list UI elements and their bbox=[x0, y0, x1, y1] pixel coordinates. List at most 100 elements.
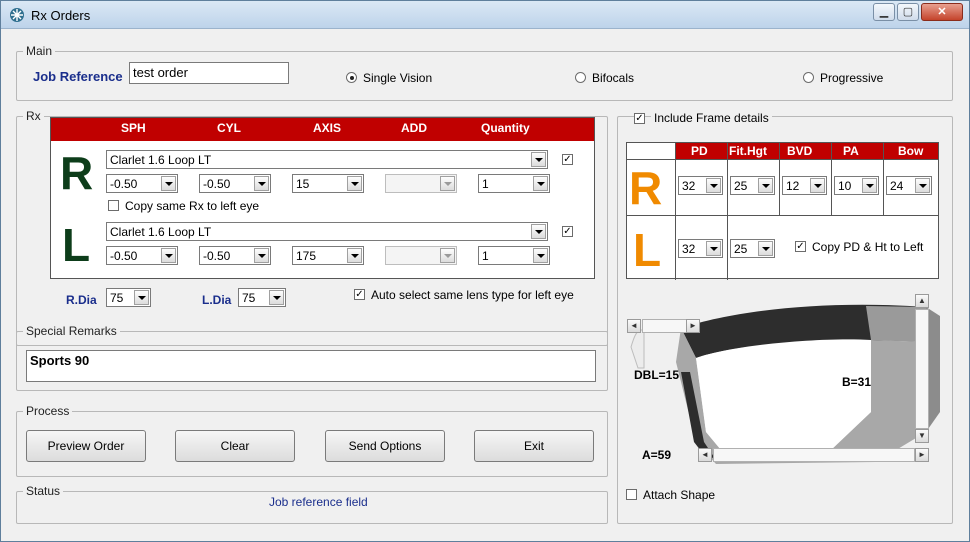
right-sph-select[interactable]: -0.50 bbox=[106, 174, 178, 193]
process-legend: Process bbox=[23, 404, 73, 418]
copy-same-rx-label[interactable]: Copy same Rx to left eye bbox=[125, 199, 259, 213]
scroll-left-bottom-icon[interactable]: ◄ bbox=[698, 448, 712, 462]
chevron-down-icon[interactable] bbox=[254, 176, 269, 191]
status-text: Job reference field bbox=[269, 495, 368, 509]
right-bow-select[interactable]: 24 bbox=[886, 176, 932, 195]
scroll-right-icon[interactable]: ► bbox=[686, 319, 700, 333]
quantity-header: Quantity bbox=[481, 121, 530, 135]
special-remarks-input[interactable]: Sports 90 bbox=[26, 350, 596, 382]
job-reference-input[interactable]: test order bbox=[129, 62, 289, 84]
chevron-down-icon[interactable] bbox=[706, 178, 721, 193]
horizontal-scrollbar-bottom[interactable] bbox=[713, 448, 915, 462]
right-cyl-select[interactable]: -0.50 bbox=[199, 174, 271, 193]
single-vision-radio[interactable] bbox=[346, 72, 357, 83]
copy-pd-ht-label[interactable]: Copy PD & Ht to Left bbox=[812, 240, 923, 254]
left-pd-select[interactable]: 32 bbox=[678, 239, 723, 258]
left-fit-hgt-select[interactable]: 25 bbox=[730, 239, 775, 258]
auto-select-checkbox[interactable]: ✓ bbox=[354, 289, 365, 300]
attach-shape-label[interactable]: Attach Shape bbox=[643, 488, 715, 502]
scroll-down-icon[interactable]: ▼ bbox=[915, 429, 929, 443]
right-axis-select[interactable]: 15 bbox=[292, 174, 364, 193]
vertical-scrollbar[interactable] bbox=[915, 309, 929, 429]
progressive-radio[interactable] bbox=[803, 72, 814, 83]
chevron-down-icon[interactable] bbox=[269, 290, 284, 305]
add-header: ADD bbox=[401, 121, 427, 135]
chevron-down-icon[interactable] bbox=[862, 178, 877, 193]
bow-header: Bow bbox=[898, 144, 924, 158]
chevron-down-icon[interactable] bbox=[758, 178, 773, 193]
chevron-down-icon[interactable] bbox=[810, 178, 825, 193]
scroll-left-icon[interactable]: ◄ bbox=[627, 319, 641, 333]
chevron-down-icon[interactable] bbox=[533, 248, 548, 263]
ldia-select[interactable]: 75 bbox=[238, 288, 286, 307]
left-axis-select[interactable]: 175 bbox=[292, 246, 364, 265]
job-reference-label: Job Reference bbox=[33, 69, 123, 84]
bifocals-radio[interactable] bbox=[575, 72, 586, 83]
rx-orders-window: Rx Orders ▁ ▢ ✕ Main Job Reference test … bbox=[0, 0, 970, 542]
left-quantity-select[interactable]: 1 bbox=[478, 246, 550, 265]
scroll-right-bottom-icon[interactable]: ► bbox=[915, 448, 929, 462]
main-group: Main Job Reference test order Single Vis… bbox=[16, 44, 953, 101]
copy-same-rx-checkbox[interactable] bbox=[108, 200, 119, 211]
progressive-label[interactable]: Progressive bbox=[820, 71, 883, 85]
left-cyl-select[interactable]: -0.50 bbox=[199, 246, 271, 265]
right-quantity-select[interactable]: 1 bbox=[478, 174, 550, 193]
rdia-select[interactable]: 75 bbox=[106, 288, 151, 307]
process-group: Process Preview Order Clear Send Options… bbox=[16, 404, 608, 477]
clear-button[interactable]: Clear bbox=[175, 430, 295, 462]
single-vision-label[interactable]: Single Vision bbox=[363, 71, 432, 85]
chevron-down-icon[interactable] bbox=[531, 224, 546, 239]
pa-header: PA bbox=[843, 144, 859, 158]
bvd-header: BVD bbox=[787, 144, 813, 158]
a-value: A=59 bbox=[642, 448, 672, 462]
preview-order-button[interactable]: Preview Order bbox=[26, 430, 146, 462]
copy-pd-ht-checkbox[interactable]: ✓ bbox=[795, 241, 806, 252]
right-add-select bbox=[385, 174, 457, 193]
b-value: B=31 bbox=[842, 375, 872, 389]
right-fit-hgt-select[interactable]: 25 bbox=[730, 176, 775, 195]
right-lens-checkbox[interactable]: ✓ bbox=[562, 154, 573, 165]
close-button[interactable]: ✕ bbox=[921, 3, 963, 21]
exit-button[interactable]: Exit bbox=[474, 430, 594, 462]
chevron-down-icon[interactable] bbox=[161, 248, 176, 263]
frame-table: PD Fit.Hgt BVD PA Bow R L 32 25 12 10 24 bbox=[626, 142, 939, 280]
special-remarks-group: Special Remarks Sports 90 bbox=[16, 324, 608, 391]
chevron-down-icon[interactable] bbox=[347, 248, 362, 263]
attach-shape-checkbox[interactable] bbox=[626, 489, 637, 500]
sph-header: SPH bbox=[121, 121, 146, 135]
status-group: Status Job reference field bbox=[16, 484, 608, 524]
chevron-down-icon bbox=[440, 248, 455, 263]
right-pa-select[interactable]: 10 bbox=[834, 176, 879, 195]
send-options-button[interactable]: Send Options bbox=[325, 430, 445, 462]
include-frame-label[interactable]: Include Frame details bbox=[651, 111, 772, 125]
chevron-down-icon[interactable] bbox=[347, 176, 362, 191]
chevron-down-icon[interactable] bbox=[533, 176, 548, 191]
left-lens-select[interactable]: Clarlet 1.6 Loop LT bbox=[106, 222, 548, 241]
minimize-button[interactable]: ▁ bbox=[873, 3, 895, 21]
chevron-down-icon[interactable] bbox=[254, 248, 269, 263]
chevron-down-icon bbox=[440, 176, 455, 191]
include-frame-checkbox[interactable]: ✓ bbox=[634, 113, 645, 124]
left-lens-checkbox[interactable]: ✓ bbox=[562, 226, 573, 237]
chevron-down-icon[interactable] bbox=[531, 152, 546, 167]
right-bvd-select[interactable]: 12 bbox=[782, 176, 827, 195]
axis-header: AXIS bbox=[313, 121, 342, 135]
chevron-down-icon[interactable] bbox=[915, 178, 930, 193]
fit-hgt-header: Fit.Hgt bbox=[729, 144, 767, 158]
bifocals-label[interactable]: Bifocals bbox=[592, 71, 634, 85]
chevron-down-icon[interactable] bbox=[161, 176, 176, 191]
right-lens-select[interactable]: Clarlet 1.6 Loop LT bbox=[106, 150, 548, 169]
chevron-down-icon[interactable] bbox=[706, 241, 721, 256]
auto-select-label[interactable]: Auto select same lens type for left eye bbox=[371, 288, 574, 302]
left-sph-select[interactable]: -0.50 bbox=[106, 246, 178, 265]
right-pd-select[interactable]: 32 bbox=[678, 176, 723, 195]
scroll-up-icon[interactable]: ▲ bbox=[915, 294, 929, 308]
title-bar[interactable]: Rx Orders ▁ ▢ ✕ bbox=[1, 1, 969, 29]
maximize-button[interactable]: ▢ bbox=[897, 3, 919, 21]
window-title: Rx Orders bbox=[31, 8, 91, 23]
rx-group: Rx SPH CYL AXIS ADD Quantity R Clarlet 1… bbox=[16, 109, 608, 346]
chevron-down-icon[interactable] bbox=[134, 290, 149, 305]
chevron-down-icon[interactable] bbox=[758, 241, 773, 256]
client-area: Main Job Reference test order Single Vis… bbox=[9, 31, 961, 535]
app-snowflake-icon bbox=[10, 8, 24, 22]
